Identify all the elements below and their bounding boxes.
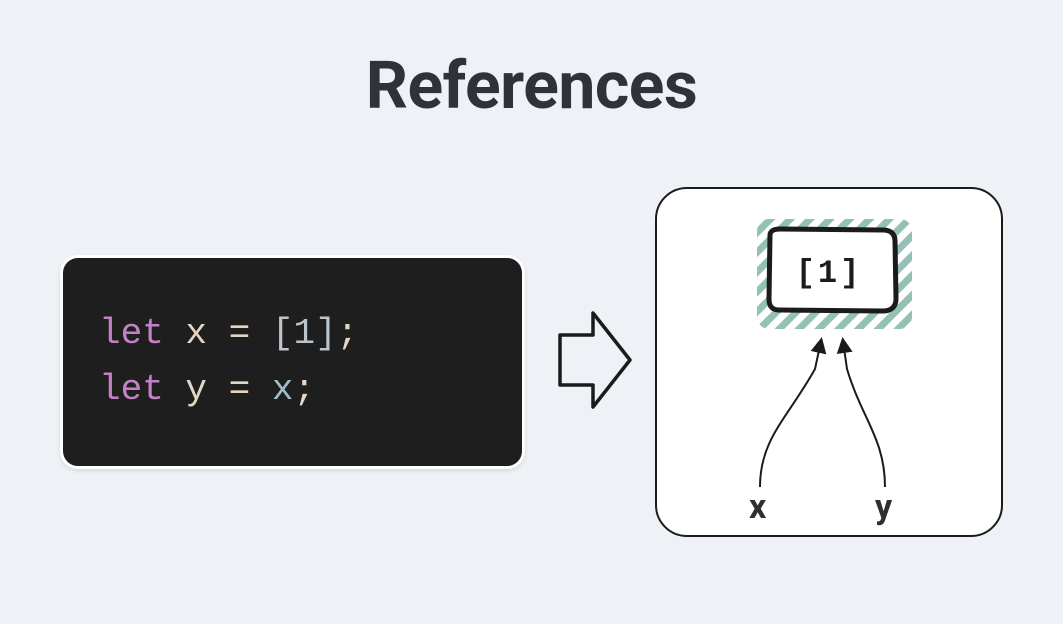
code-equals: =	[229, 369, 251, 410]
code-keyword: let	[99, 313, 164, 354]
code-text: let x = [1]; let y = x;	[99, 306, 486, 418]
variable-y-label: y	[875, 487, 892, 527]
code-reference: x	[272, 369, 294, 410]
content-row: let x = [1]; let y = x;	[0, 187, 1063, 537]
memory-panel: [1] x y	[655, 187, 1003, 537]
page-title: References	[366, 48, 698, 125]
variable-x-label: x	[749, 487, 766, 527]
code-semicolon: ;	[293, 369, 315, 410]
code-semicolon: ;	[337, 313, 359, 354]
code-block: let x = [1]; let y = x;	[60, 255, 525, 469]
code-variable: x	[185, 313, 207, 354]
code-keyword: let	[99, 369, 164, 410]
memory-box-value: [1]	[796, 255, 863, 292]
code-literal: [1]	[272, 313, 337, 354]
arrow-icon	[555, 305, 635, 419]
code-variable: y	[185, 369, 207, 410]
code-equals: =	[229, 313, 251, 354]
